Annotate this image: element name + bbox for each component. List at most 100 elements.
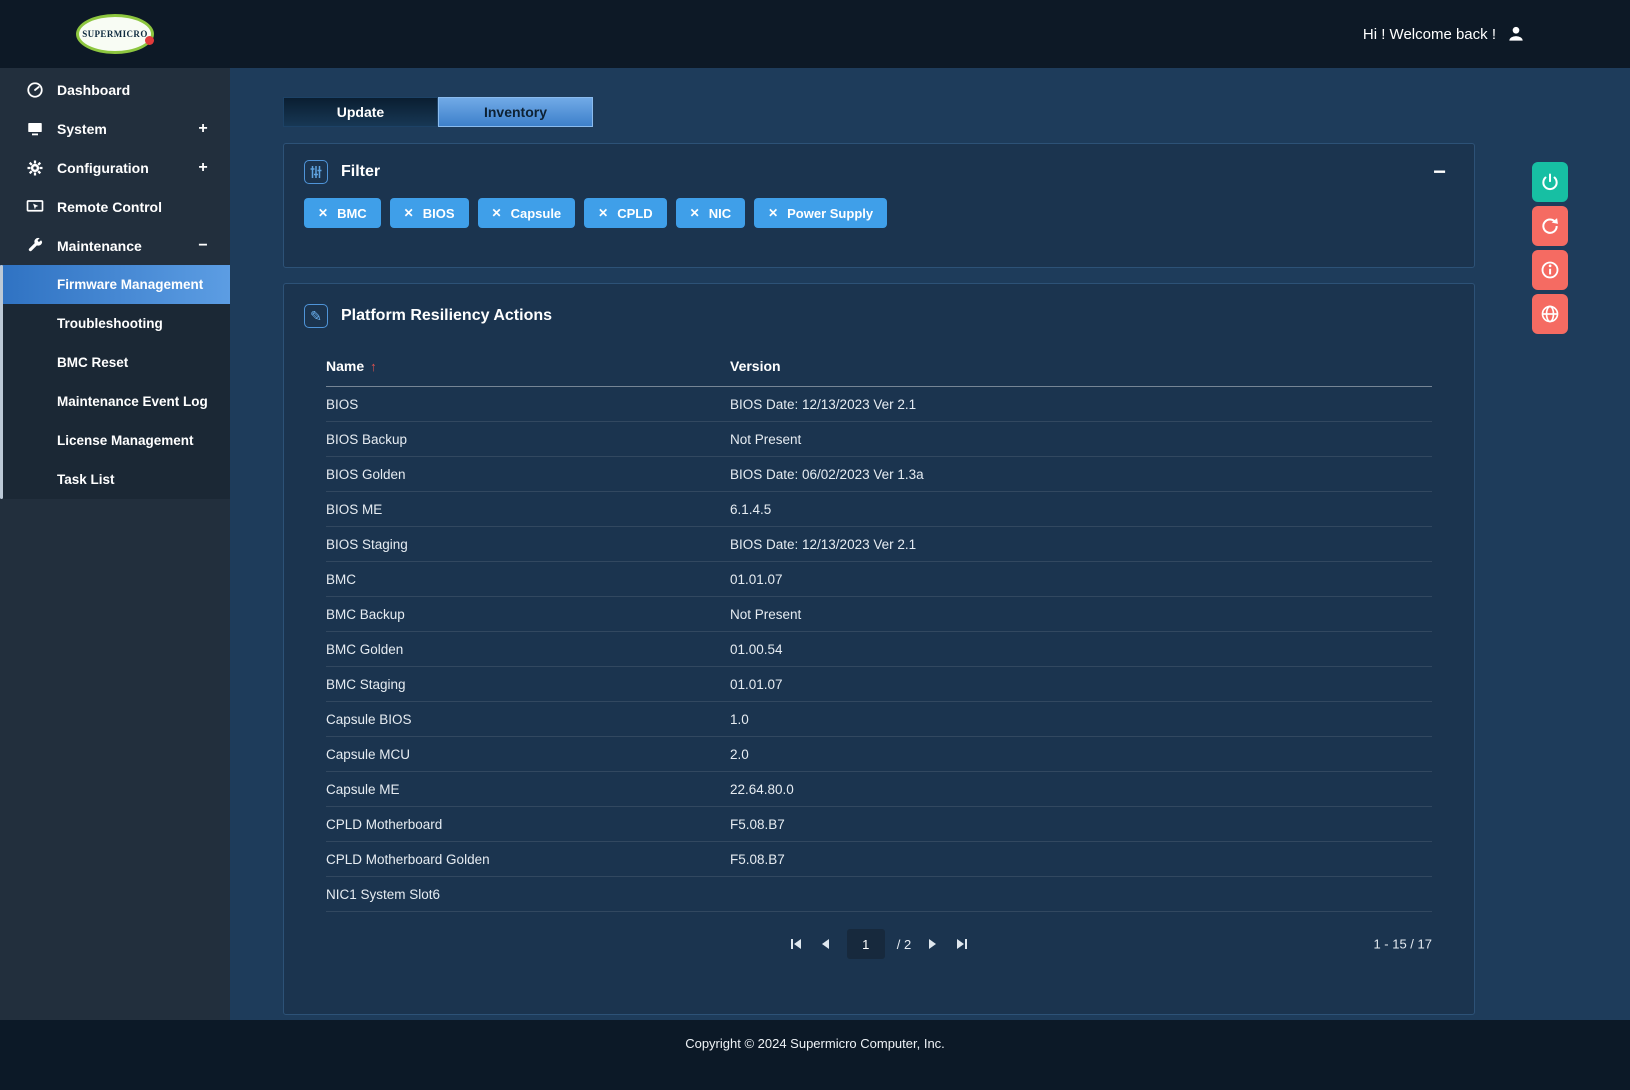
platform-resiliency-panel: ✎ Platform Resiliency Actions Name ↑ Ver… xyxy=(283,283,1475,1015)
expand-toggle[interactable]: + xyxy=(196,159,210,177)
cell-name: Capsule BIOS xyxy=(326,701,730,737)
sidebar-item-maintenance-event-log[interactable]: Maintenance Event Log xyxy=(0,382,230,421)
cell-version: 6.1.4.5 xyxy=(730,491,1432,527)
sidebar-item-label: Dashboard xyxy=(57,81,131,98)
cell-name: BIOS ME xyxy=(326,491,730,527)
remove-icon: ✕ xyxy=(598,206,609,220)
sidebar-item-label: Firmware Management xyxy=(57,277,204,292)
logo-text: SUPERMICRO xyxy=(82,29,148,39)
filter-chip-bios[interactable]: ✕ BIOS xyxy=(389,198,469,228)
table-row[interactable]: BIOS BIOS Date: 12/13/2023 Ver 2.1 xyxy=(326,386,1432,422)
dashboard-icon xyxy=(26,81,44,99)
filter-chip-power-supply[interactable]: ✕ Power Supply xyxy=(754,198,888,228)
wrench-icon xyxy=(26,237,44,255)
table-row[interactable]: BIOS Backup Not Present xyxy=(326,421,1432,457)
table-row[interactable]: BMC Golden 01.00.54 xyxy=(326,631,1432,667)
table-row[interactable]: BIOS Golden BIOS Date: 06/02/2023 Ver 1.3… xyxy=(326,456,1432,492)
top-header: SUPERMICRO Hi ! Welcome back ! xyxy=(0,0,1630,68)
table-row[interactable]: CPLD Motherboard Golden F5.08.B7 xyxy=(326,841,1432,877)
filter-chip-nic[interactable]: ✕ NIC xyxy=(675,198,746,228)
cell-name: CPLD Motherboard Golden xyxy=(326,841,730,877)
sidebar-item-label: Maintenance xyxy=(57,237,142,254)
sidebar-item-label: Configuration xyxy=(57,159,149,176)
info-button[interactable] xyxy=(1532,250,1568,290)
remove-icon: ✕ xyxy=(318,206,329,220)
table-row[interactable]: BIOS Staging BIOS Date: 12/13/2023 Ver 2.… xyxy=(326,526,1432,562)
filter-chip-capsule[interactable]: ✕ Capsule xyxy=(477,198,576,228)
cell-name: Capsule ME xyxy=(326,771,730,807)
tab-update[interactable]: Update xyxy=(283,97,438,127)
table-row[interactable]: CPLD Motherboard F5.08.B7 xyxy=(326,806,1432,842)
tab-inventory[interactable]: Inventory xyxy=(438,97,593,127)
table-row[interactable]: BMC Staging 01.01.07 xyxy=(326,666,1432,702)
filter-chip-cpld[interactable]: ✕ CPLD xyxy=(584,198,667,228)
cell-version: BIOS Date: 12/13/2023 Ver 2.1 xyxy=(730,386,1432,422)
remote-control-icon xyxy=(26,198,44,216)
cell-version: Not Present xyxy=(730,596,1432,632)
sidebar-item-label: Troubleshooting xyxy=(57,316,163,331)
chip-label: CPLD xyxy=(617,205,653,221)
sidebar-item-dashboard[interactable]: Dashboard xyxy=(0,70,230,109)
column-header-version[interactable]: Version xyxy=(730,350,1432,387)
main-content: Update Inventory Filter − ✕ BMC ✕ BIOS ✕… xyxy=(230,68,1630,1020)
sidebar-item-maintenance[interactable]: Maintenance − xyxy=(0,226,230,265)
table-row[interactable]: Capsule ME 22.64.80.0 xyxy=(326,771,1432,807)
cell-name: BIOS Staging xyxy=(326,526,730,562)
cell-name: Capsule MCU xyxy=(326,736,730,772)
sidebar: Dashboard System + Configuration + Remot… xyxy=(0,68,230,1020)
sidebar-item-task-list[interactable]: Task List xyxy=(0,460,230,499)
sidebar-item-troubleshooting[interactable]: Troubleshooting xyxy=(0,304,230,343)
cell-version: 1.0 xyxy=(730,701,1432,737)
footer: Copyright © 2024 Supermicro Computer, In… xyxy=(0,1020,1630,1090)
welcome-text: Hi ! Welcome back ! xyxy=(1362,25,1496,43)
sidebar-item-label: BMC Reset xyxy=(57,355,129,370)
collapse-icon[interactable]: − xyxy=(1433,161,1446,183)
cell-version xyxy=(730,876,1432,912)
filter-icon xyxy=(304,160,328,184)
column-header-name[interactable]: Name ↑ xyxy=(326,350,730,387)
remove-icon: ✕ xyxy=(403,206,414,220)
prev-page-button[interactable] xyxy=(817,935,835,953)
sidebar-item-license-management[interactable]: License Management xyxy=(0,421,230,460)
copyright-text: Copyright © 2024 Supermicro Computer, In… xyxy=(685,1036,945,1051)
cell-version: F5.08.B7 xyxy=(730,806,1432,842)
sidebar-scrollbar[interactable] xyxy=(0,265,3,499)
current-page-input[interactable]: 1 xyxy=(846,929,885,959)
sidebar-item-configuration[interactable]: Configuration + xyxy=(0,148,230,187)
app-root: SUPERMICRO Hi ! Welcome back ! Dashboard xyxy=(0,0,1630,1090)
supermicro-logo[interactable]: SUPERMICRO xyxy=(76,14,154,54)
welcome-area: Hi ! Welcome back ! xyxy=(1363,24,1526,44)
cell-name: CPLD Motherboard xyxy=(326,806,730,842)
cell-name: BMC Golden xyxy=(326,631,730,667)
cell-version: BIOS Date: 12/13/2023 Ver 2.1 xyxy=(730,526,1432,562)
sidebar-item-remote-control[interactable]: Remote Control xyxy=(0,187,230,226)
chip-label: BMC xyxy=(337,205,367,221)
maintenance-submenu: Firmware Management Troubleshooting BMC … xyxy=(0,265,230,499)
table-row[interactable]: NIC1 System Slot6 xyxy=(326,876,1432,912)
collapse-toggle[interactable]: − xyxy=(196,237,210,255)
filter-chip-bmc[interactable]: ✕ BMC xyxy=(304,198,381,228)
cell-version: 22.64.80.0 xyxy=(730,771,1432,807)
next-page-button[interactable] xyxy=(923,935,941,953)
cell-version: 01.00.54 xyxy=(730,631,1432,667)
sidebar-item-firmware-management[interactable]: Firmware Management xyxy=(0,265,230,304)
sidebar-item-system[interactable]: System + xyxy=(0,109,230,148)
last-page-button[interactable] xyxy=(953,935,971,953)
table-row[interactable]: BMC 01.01.07 xyxy=(326,561,1432,597)
firmware-inventory-table: Name ↑ Version BIOS BIOS Date: 12/13/2023 … xyxy=(326,350,1432,912)
refresh-button[interactable] xyxy=(1532,206,1568,246)
table-row[interactable]: Capsule MCU 2.0 xyxy=(326,736,1432,772)
chip-label: Power Supply xyxy=(787,205,874,221)
table-row[interactable]: BMC Backup Not Present xyxy=(326,596,1432,632)
cell-name: BIOS xyxy=(326,386,730,422)
sidebar-item-bmc-reset[interactable]: BMC Reset xyxy=(0,343,230,382)
first-page-button[interactable] xyxy=(787,935,805,953)
quick-action-buttons xyxy=(1532,162,1568,334)
table-row[interactable]: Capsule BIOS 1.0 xyxy=(326,701,1432,737)
expand-toggle[interactable]: + xyxy=(196,120,210,138)
table-row[interactable]: BIOS ME 6.1.4.5 xyxy=(326,491,1432,527)
language-globe-button[interactable] xyxy=(1532,294,1568,334)
user-icon[interactable] xyxy=(1506,24,1526,44)
remove-icon: ✕ xyxy=(768,206,779,220)
power-button[interactable] xyxy=(1532,162,1568,202)
